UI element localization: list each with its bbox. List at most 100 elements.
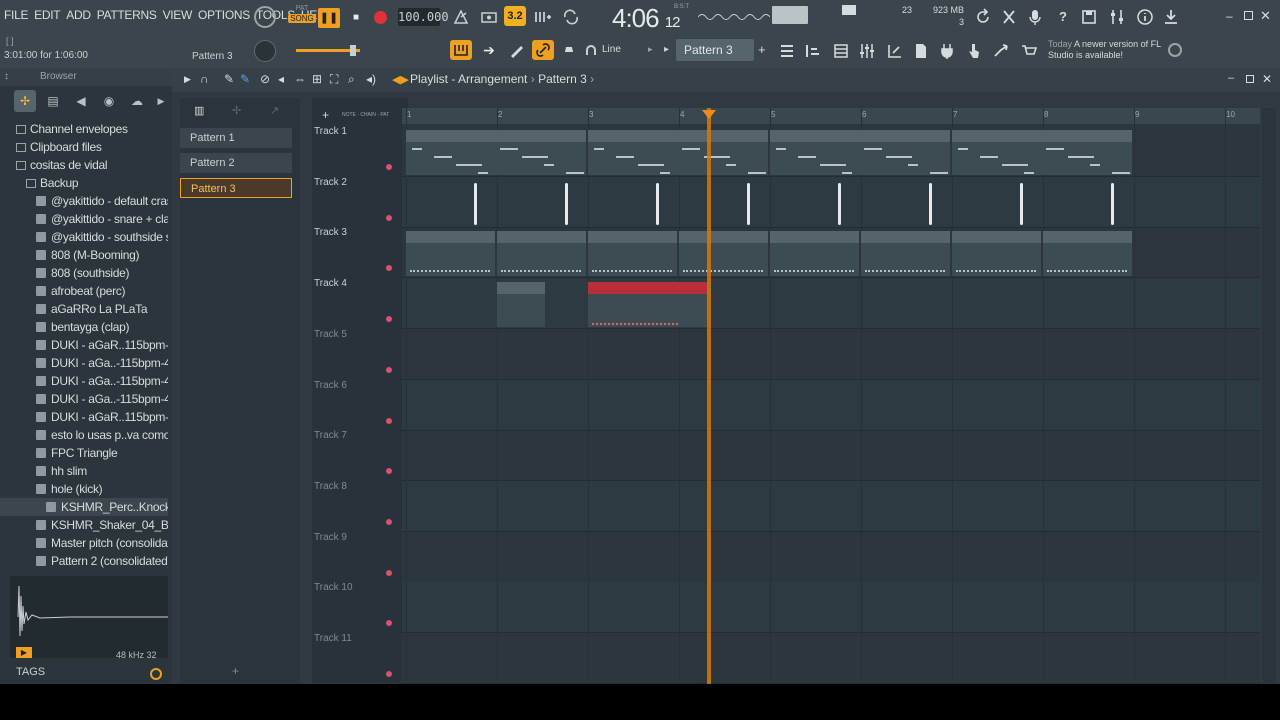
channel-routing-icon[interactable] [884,41,906,61]
track-label[interactable]: Track 4 [314,278,347,289]
song-position-clock[interactable]: 4:06 12 [612,3,681,34]
track-label[interactable]: Track 6 [314,380,347,391]
track-label[interactable]: Track 10 [314,582,353,593]
slice-tool-icon[interactable]: ⊞ [312,72,322,86]
playlist-arrow-icon[interactable]: ▶ [184,74,191,85]
pattern-arrow-icon[interactable]: ▸ [664,44,669,55]
minimize-icon[interactable]: – [1226,10,1238,22]
pattern-clip[interactable]: FPC..ngle [497,282,546,327]
browser-folder[interactable]: cositas de vidal [0,156,168,174]
mute-tool-icon[interactable]: ◂ [278,72,284,86]
track-mute-dot[interactable] [386,569,392,576]
touch-keyboard-icon[interactable] [962,41,984,61]
paint-tool-icon[interactable]: ✎ [240,72,250,86]
playback-tool-icon[interactable]: ◂) [366,72,376,86]
track2-hit[interactable] [656,182,659,225]
pattern-clip[interactable]: Pattern 3 [588,282,708,327]
browser-file[interactable]: @yakittido - default crash [0,192,168,210]
menu-edit[interactable]: EDIT [34,8,60,26]
playhead-marker-icon[interactable] [702,110,716,119]
loop-record-icon[interactable] [560,7,582,27]
menu-file[interactable]: FILE [4,8,28,26]
preview-play-icon[interactable]: ▶ [16,647,32,658]
browser-file[interactable]: @yakittido - southside snare [0,228,168,246]
pattern-clip[interactable]: Pattern 1 [588,130,768,175]
mixer-icon[interactable] [1106,7,1128,27]
browser-arrows-icon[interactable]: ↕ [4,68,9,86]
pattern-clip[interactable]: Pattern 2 [406,231,495,277]
help-icon[interactable]: ? [1052,7,1074,27]
pat-song-toggle[interactable]: PAT SONG [288,5,316,31]
track-lane[interactable] [402,176,1260,228]
pattern-clip[interactable]: Pattern 2 [588,231,677,277]
share-icon[interactable] [990,41,1012,61]
magnet-icon[interactable]: ∩ [200,72,209,86]
playlist-icon[interactable] [776,41,798,61]
project-file-icon[interactable] [910,41,932,61]
browser-folder[interactable]: Clipboard files [0,138,168,156]
browser-folder[interactable]: Backup [0,174,168,192]
track-label[interactable]: Track 2 [314,177,347,188]
window-close-icon[interactable]: ✕ [1262,72,1272,86]
track-lane[interactable] [402,329,1260,380]
pattern-clip[interactable]: Pattern 1 [406,130,586,175]
piano-roll-view-icon[interactable] [802,41,824,61]
browser-next-icon[interactable]: ▶ [150,90,172,112]
master-volume-handle[interactable] [350,45,356,56]
menu-options[interactable]: OPTIONS [198,8,250,26]
track2-hit[interactable] [1111,182,1114,225]
piano-roll-icon[interactable] [450,40,472,60]
track-mute-dot[interactable] [386,671,392,677]
channel-rack-icon[interactable] [830,41,852,61]
picker-pattern-2[interactable]: Pattern 2 [180,153,292,173]
delete-tool-icon[interactable]: ⊘ [260,72,270,86]
track-mute-dot[interactable] [386,265,392,272]
menu-patterns[interactable]: PATTERNS [97,8,157,26]
browser-cloud-tab[interactable]: ☁ [126,90,148,112]
browser-file[interactable]: Master pitch (consolidated) [0,534,168,552]
pattern-clip[interactable]: Pattern 2 [1043,231,1132,277]
window-maximize-icon[interactable] [1246,75,1254,83]
playlist-menu-icon[interactable]: ◀▶ [392,73,409,86]
track2-hit[interactable] [838,182,841,225]
browser-file[interactable]: DUKI - aGaR..115bpm-440hz [0,336,168,354]
undo-icon[interactable] [972,7,994,27]
stop-button[interactable]: ■ [346,8,366,28]
browser-file[interactable]: esto lo usas p..va como loco [0,426,168,444]
track-mute-dot[interactable] [386,417,392,424]
step-edit-icon[interactable] [532,7,554,27]
pattern-clip[interactable]: Pattern 2 [770,231,859,277]
browser-folder[interactable]: Channel envelopes [0,120,168,138]
stamp-icon[interactable] [558,40,580,60]
picker-auto-icon[interactable]: ↗ [270,104,279,117]
browser-file[interactable]: bentayga (clap) [0,318,168,336]
restore-icon[interactable] [1244,11,1253,20]
cpu-knob-icon[interactable] [254,6,276,28]
track2-hit[interactable] [565,182,568,225]
track-label[interactable]: Track 5 [314,329,347,340]
close-icon[interactable]: ✕ [1260,8,1271,24]
countdown-icon[interactable]: 3.2 [504,6,526,26]
pattern-clip[interactable]: Pattern 1 [770,130,950,175]
picker-pattern-3[interactable]: Pattern 3 [180,178,292,198]
track-add-icon[interactable]: + [322,108,329,122]
picker-pattern-1[interactable]: Pattern 1 [180,128,292,148]
vertical-scrollbar[interactable] [1262,108,1276,684]
pattern-clip[interactable]: Pattern 1 [952,130,1132,175]
track-lane[interactable] [402,480,1260,532]
browser-file[interactable]: @yakittido - snare + clap [0,210,168,228]
news-panel[interactable]: Today A newer version of FL Studio is av… [1048,39,1164,61]
browser-all-tab[interactable]: ✢ [14,90,36,112]
record-button[interactable] [374,11,387,24]
pencil-icon[interactable] [506,40,528,60]
browser-file[interactable]: hh slim [0,462,168,480]
track2-hit[interactable] [1020,182,1023,225]
track-label[interactable]: Track 9 [314,532,347,543]
pattern-clip[interactable]: Pattern 2 [952,231,1041,277]
plugin-icon[interactable] [936,41,958,61]
track-lane[interactable] [402,633,1260,684]
info-icon[interactable] [1134,7,1156,27]
track-mute-dot[interactable] [386,214,392,221]
search-icon[interactable] [150,668,162,680]
cut-tool-icon[interactable] [998,7,1020,27]
